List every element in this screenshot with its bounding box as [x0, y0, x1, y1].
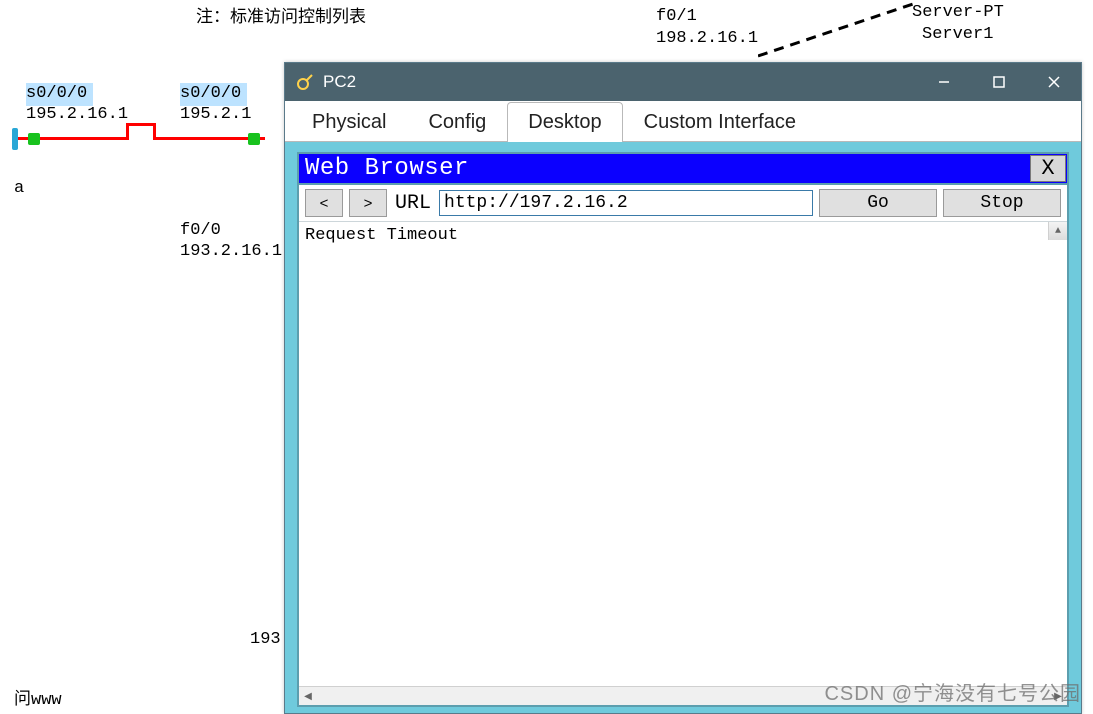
if-f01: f0/1 [656, 6, 697, 29]
back-button[interactable]: < [305, 189, 343, 217]
if-s000-right: s0/0/0 [180, 83, 247, 106]
wire-seg [126, 123, 156, 126]
ip-f00: 193.2.16.1 [180, 241, 282, 264]
url-input[interactable] [439, 190, 813, 216]
note-label: 注：标准访问控制列表 [196, 8, 366, 31]
ip-s000-right: 195.2.1 [180, 104, 251, 127]
letter-a: a [14, 178, 24, 201]
desktop-pane: Web Browser X < > URL Go Stop Request Ti… [285, 142, 1081, 713]
ip-f01: 198.2.16.1 [656, 28, 758, 51]
browser-content: Request Timeout ▲ [299, 222, 1067, 686]
tab-config[interactable]: Config [407, 102, 507, 142]
if-f00: f0/0 [180, 220, 221, 243]
app-close-button[interactable]: X [1030, 155, 1066, 182]
app-titlebar: Web Browser X [299, 154, 1067, 185]
forward-button[interactable]: > [349, 189, 387, 217]
app-icon [295, 72, 315, 92]
link-up-dot [248, 133, 260, 145]
minimize-button[interactable] [916, 63, 971, 101]
if-s000-left: s0/0/0 [26, 83, 93, 106]
ip-partial: 193 [250, 629, 281, 652]
ip-s000-left: 195.2.16.1 [26, 104, 128, 127]
server-type: Server-PT [912, 2, 1004, 25]
window-title: PC2 [323, 72, 916, 92]
content-text: Request Timeout [305, 226, 458, 245]
go-button[interactable]: Go [819, 189, 937, 217]
tab-custom-interface[interactable]: Custom Interface [623, 102, 817, 142]
tabstrip: Physical Config Desktop Custom Interface [285, 101, 1081, 142]
dashed-link [758, 0, 918, 64]
scroll-left-icon[interactable]: ◀ [299, 691, 317, 702]
web-browser-app: Web Browser X < > URL Go Stop Request Ti… [297, 152, 1069, 707]
device-sliver [12, 128, 18, 150]
tab-physical[interactable]: Physical [291, 102, 407, 142]
link-up-dot [28, 133, 40, 145]
server-name: Server1 [922, 24, 993, 47]
bottom-left: 问www [14, 690, 62, 713]
watermark: CSDN @宁海没有七号公园 [824, 677, 1081, 706]
pc2-window: PC2 Physical Config Desktop Custom Inter… [284, 62, 1082, 714]
scroll-up-icon[interactable]: ▲ [1048, 222, 1067, 240]
maximize-button[interactable] [971, 63, 1026, 101]
app-title: Web Browser [299, 154, 1029, 183]
browser-toolbar: < > URL Go Stop [299, 185, 1067, 222]
close-button[interactable] [1026, 63, 1081, 101]
stop-button[interactable]: Stop [943, 189, 1061, 217]
tab-desktop[interactable]: Desktop [507, 102, 622, 142]
url-label: URL [393, 192, 433, 215]
titlebar[interactable]: PC2 [285, 63, 1081, 101]
